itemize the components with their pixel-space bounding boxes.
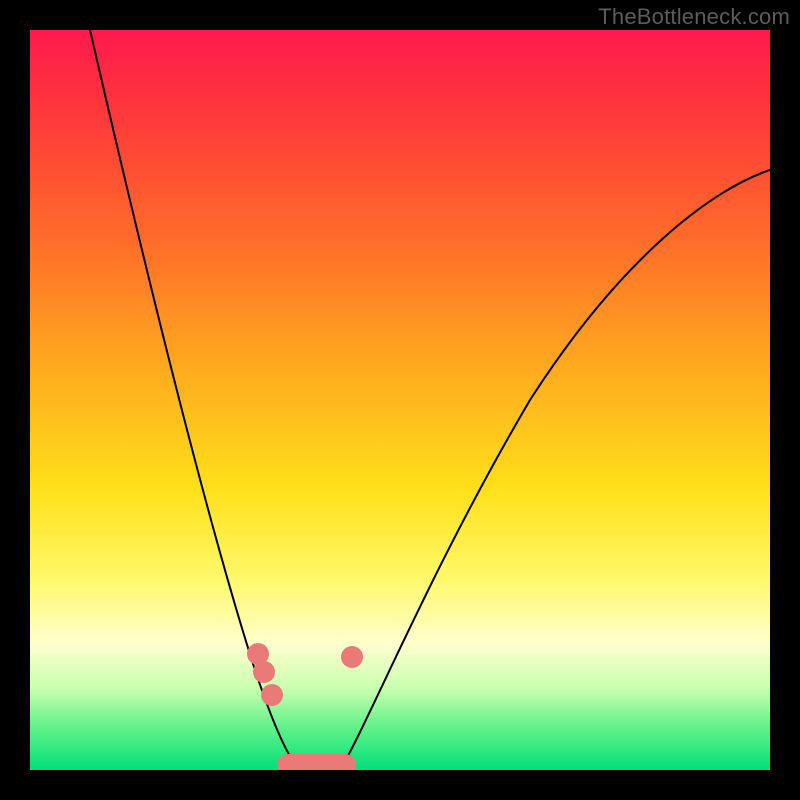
right-curve bbox=[340, 170, 770, 770]
marker-dot bbox=[253, 661, 275, 683]
left-curve bbox=[90, 30, 300, 770]
plot-area bbox=[30, 30, 770, 770]
chart-frame: TheBottleneck.com bbox=[0, 0, 800, 800]
marker-dot bbox=[341, 646, 363, 668]
curves-svg bbox=[30, 30, 770, 770]
marker-dot bbox=[261, 684, 283, 706]
watermark-text: TheBottleneck.com bbox=[598, 4, 790, 30]
